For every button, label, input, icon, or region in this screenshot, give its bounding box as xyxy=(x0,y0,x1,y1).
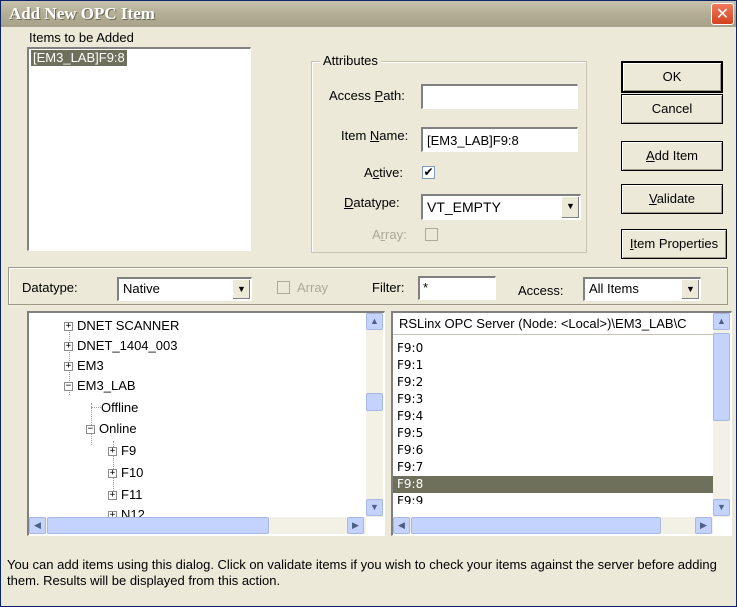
close-button[interactable]: ✕ xyxy=(711,3,734,25)
scroll-left-icon[interactable]: ◀ xyxy=(393,517,410,534)
checkmark-icon: ✔ xyxy=(423,165,434,179)
item-list[interactable]: RSLinx OPC Server (Node: <Local>)\EM3_LA… xyxy=(391,311,732,536)
tree-node[interactable]: + N12 xyxy=(108,505,145,517)
tree-node[interactable]: Offline xyxy=(101,398,138,418)
access-dropdown[interactable]: All Items ▼ xyxy=(583,277,701,301)
scroll-up-icon[interactable]: ▲ xyxy=(366,313,383,330)
chevron-down-icon[interactable]: ▼ xyxy=(681,280,699,299)
scroll-thumb[interactable] xyxy=(47,517,269,534)
access-label: Access: xyxy=(518,283,564,298)
item-name-label: Item Name: xyxy=(341,128,409,143)
active-checkbox[interactable]: ✔ xyxy=(422,166,435,179)
item-list-horizontal-scrollbar[interactable]: ◀ ▶ xyxy=(393,517,713,534)
tree-node[interactable]: − Online xyxy=(86,419,137,439)
help-text: You can add items using this dialog. Cli… xyxy=(7,557,717,588)
item-properties-button[interactable]: Item Properties xyxy=(621,229,727,259)
items-to-add-label: Items to be Added xyxy=(29,30,134,45)
list-item-selected[interactable]: F9:8 xyxy=(393,476,713,493)
items-to-add-list[interactable]: [EM3_LAB]F9:8 xyxy=(27,47,251,251)
scroll-left-icon[interactable]: ◀ xyxy=(29,517,46,534)
list-item[interactable]: F9:0 xyxy=(397,340,423,357)
title-bar[interactable]: Add New OPC Item ✕ xyxy=(1,1,736,27)
scroll-down-icon[interactable]: ▼ xyxy=(366,499,383,516)
access-value: All Items xyxy=(589,281,639,296)
scroll-right-icon[interactable]: ▶ xyxy=(347,517,364,534)
datatype-label: Datatype: xyxy=(344,195,400,210)
tree-node[interactable]: + F11 xyxy=(108,485,142,505)
datatype-dropdown[interactable]: VT_EMPTY ▼ xyxy=(421,194,581,220)
cancel-button[interactable]: Cancel xyxy=(621,94,723,124)
chevron-down-icon[interactable]: ▼ xyxy=(561,197,579,218)
item-list-vertical-scrollbar[interactable]: ▲ ▼ xyxy=(713,313,730,517)
tree-line xyxy=(91,407,101,408)
filter-array-label: Array xyxy=(297,280,329,295)
close-icon: ✕ xyxy=(715,4,730,23)
collapse-icon[interactable]: − xyxy=(64,382,73,392)
expand-icon[interactable]: + xyxy=(64,362,73,372)
window-title: Add New OPC Item xyxy=(9,4,155,23)
expand-icon[interactable]: + xyxy=(108,447,117,457)
tree-node[interactable]: − EM3_LAB xyxy=(64,376,136,396)
scroll-thumb[interactable] xyxy=(411,517,661,534)
validate-button[interactable]: Validate xyxy=(621,184,723,214)
collapse-icon[interactable]: − xyxy=(86,425,95,435)
tree-horizontal-scrollbar[interactable]: ◀ ▶ xyxy=(29,517,366,534)
access-path-label: Access Path: xyxy=(329,88,405,103)
array-label: Array: xyxy=(372,227,407,242)
scroll-thumb[interactable] xyxy=(713,333,730,421)
filter-datatype-label: Datatype: xyxy=(22,280,78,295)
expand-icon[interactable]: + xyxy=(108,469,117,479)
items-to-add-item[interactable]: [EM3_LAB]F9:8 xyxy=(31,50,127,66)
tree-node[interactable]: + F9 xyxy=(108,441,136,461)
list-item[interactable]: F9:5 xyxy=(397,425,423,442)
item-name-input[interactable]: [EM3_LAB]F9:8 xyxy=(421,127,578,152)
expand-icon[interactable]: + xyxy=(64,322,73,332)
tree-node[interactable]: + F10 xyxy=(108,463,143,483)
expand-icon[interactable]: + xyxy=(64,342,73,352)
filter-input[interactable]: * xyxy=(418,276,496,300)
list-item[interactable]: F9:6 xyxy=(397,442,423,459)
filter-datatype-dropdown[interactable]: Native ▼ xyxy=(117,277,252,301)
tree-node[interactable]: + DNET_1404_003 xyxy=(64,336,177,356)
tree-node[interactable]: + EM3 xyxy=(64,356,104,376)
list-item[interactable]: F9:4 xyxy=(397,408,423,425)
chevron-down-icon[interactable]: ▼ xyxy=(232,280,250,299)
add-opc-item-dialog: Add New OPC Item ✕ Items to be Added [EM… xyxy=(0,0,737,607)
scroll-up-icon[interactable]: ▲ xyxy=(713,313,730,330)
scroll-right-icon[interactable]: ▶ xyxy=(695,517,712,534)
add-item-button[interactable]: Add Item xyxy=(621,141,723,171)
tree-view[interactable]: + DNET SCANNER + DNET_1404_003 + EM3 − EM3_L… xyxy=(27,311,385,536)
tree-node[interactable]: + DNET SCANNER xyxy=(64,316,179,336)
expand-icon[interactable]: + xyxy=(108,491,117,501)
tree-vertical-scrollbar[interactable]: ▲ ▼ xyxy=(366,313,383,517)
list-item[interactable]: F9:1 xyxy=(397,357,423,374)
filter-datatype-value: Native xyxy=(123,281,160,296)
ok-button[interactable]: OK xyxy=(621,61,723,93)
access-path-input[interactable] xyxy=(421,84,578,109)
active-label: Active: xyxy=(364,165,404,180)
filter-label: Filter: xyxy=(372,280,405,295)
scroll-thumb[interactable] xyxy=(366,393,383,411)
datatype-value: VT_EMPTY xyxy=(427,199,501,215)
attributes-legend: Attributes xyxy=(320,53,381,68)
array-checkbox[interactable] xyxy=(425,228,438,241)
list-item[interactable]: F9:9 xyxy=(397,493,423,504)
item-list-header[interactable]: RSLinx OPC Server (Node: <Local>)\EM3_LA… xyxy=(393,313,713,335)
filter-array-checkbox[interactable] xyxy=(277,281,290,294)
list-item[interactable]: F9:3 xyxy=(397,391,423,408)
list-item[interactable]: F9:7 xyxy=(397,459,423,476)
list-item[interactable]: F9:2 xyxy=(397,374,423,391)
scroll-down-icon[interactable]: ▼ xyxy=(713,499,730,516)
